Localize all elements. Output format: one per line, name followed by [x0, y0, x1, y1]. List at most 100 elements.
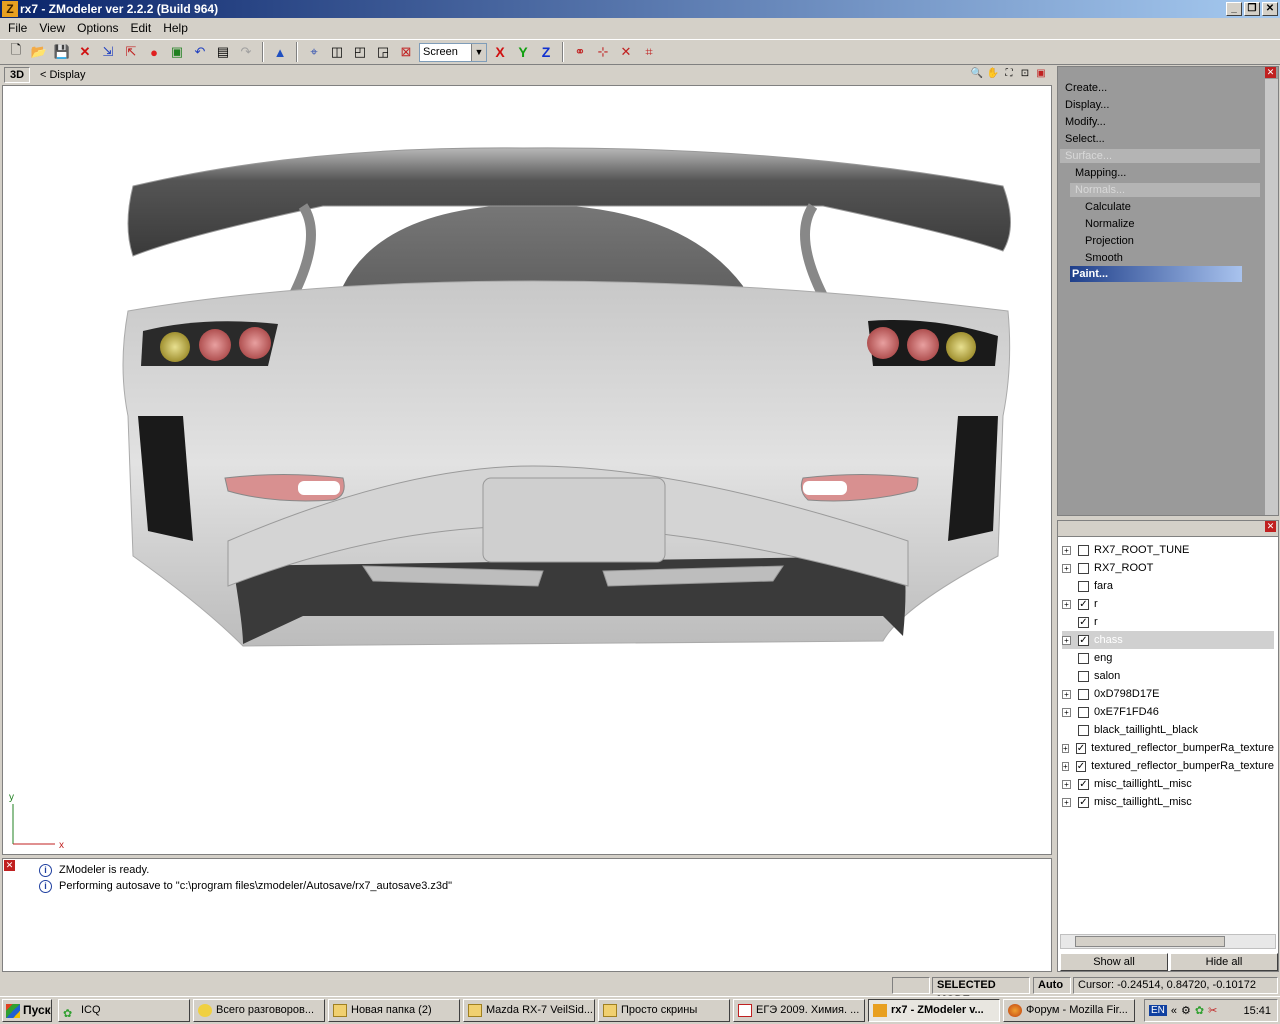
zoom-icon[interactable]: 🔍 — [970, 67, 984, 81]
menu-file[interactable]: File — [2, 21, 33, 35]
undo-icon[interactable]: ↶ — [190, 42, 210, 62]
minimize-button[interactable]: _ — [1226, 2, 1242, 16]
cmd-create[interactable]: Create... — [1065, 82, 1107, 94]
viewport-3d-toggle[interactable]: 3D — [4, 67, 30, 83]
visibility-checkbox[interactable]: ✓ — [1078, 778, 1089, 790]
cube-object-icon[interactable]: ◲ — [373, 42, 393, 62]
cmd-display[interactable]: Display... — [1065, 99, 1109, 111]
expand-icon[interactable]: + — [1062, 797, 1071, 807]
expand-icon[interactable]: + — [1062, 563, 1071, 573]
cmd-select[interactable]: Select... — [1065, 133, 1105, 145]
viewport-display-label[interactable]: < Display — [40, 69, 86, 81]
cmd-mapping[interactable]: Mapping... — [1075, 167, 1126, 179]
close-viewport-icon[interactable]: ▣ — [1034, 67, 1048, 81]
expand-icon[interactable]: + — [1062, 599, 1071, 609]
scrollbar-thumb[interactable] — [1075, 936, 1225, 947]
visibility-checkbox[interactable] — [1078, 544, 1089, 556]
cmd-smooth[interactable]: Smooth — [1085, 252, 1123, 264]
visibility-checkbox[interactable]: ✓ — [1078, 634, 1089, 646]
tree-item[interactable]: + ✓ misc_taillightL_misc — [1062, 775, 1274, 793]
task-firefox[interactable]: Форум - Mozilla Fir... — [1003, 999, 1135, 1022]
tree-item[interactable]: ✓ r — [1062, 613, 1274, 631]
axes-rotate-icon[interactable]: ⌗ — [639, 42, 659, 62]
view-mode-select[interactable]: Screen ▼ — [419, 42, 487, 62]
start-button[interactable]: Пуск — [2, 999, 52, 1022]
visibility-checkbox[interactable] — [1078, 670, 1089, 682]
visibility-checkbox[interactable] — [1078, 706, 1089, 718]
task-zmodeler[interactable]: rx7 - ZModeler v... — [868, 999, 1000, 1022]
tree-item[interactable]: + RX7_ROOT_TUNE — [1062, 541, 1274, 559]
cmd-normals[interactable]: Normals... — [1075, 184, 1125, 196]
tree-item[interactable]: salon — [1062, 667, 1274, 685]
visibility-checkbox[interactable] — [1078, 724, 1089, 736]
import-icon[interactable]: ⇲ — [98, 42, 118, 62]
visibility-checkbox[interactable]: ✓ — [1078, 598, 1089, 610]
zmodeler-app-icon[interactable]: Z — [2, 1, 18, 17]
menu-view[interactable]: View — [33, 21, 71, 35]
show-all-button[interactable]: Show all — [1060, 953, 1168, 971]
task-folder-mazda[interactable]: Mazda RX-7 VeilSid... — [463, 999, 595, 1022]
new-file-icon[interactable]: 🗋 — [6, 42, 26, 62]
close-icon[interactable]: ✕ — [1265, 521, 1276, 532]
tray-icq-icon[interactable]: ✿ — [1195, 1004, 1204, 1017]
3d-viewport[interactable]: y x — [2, 85, 1052, 855]
tree-item[interactable]: + ✓ r — [1062, 595, 1274, 613]
expand-icon[interactable]: + — [1062, 545, 1071, 555]
expand-icon[interactable]: + — [1062, 689, 1071, 699]
visibility-checkbox[interactable] — [1078, 580, 1089, 592]
task-conversations[interactable]: Всего разговоров... — [193, 999, 325, 1022]
tree-item[interactable]: fara — [1062, 577, 1274, 595]
maximize-viewport-icon[interactable]: ⊡ — [1018, 67, 1032, 81]
tree-horizontal-scrollbar[interactable] — [1060, 934, 1276, 949]
axis-x-toggle[interactable]: X — [490, 42, 510, 62]
visibility-checkbox[interactable]: ✓ — [1075, 742, 1087, 754]
cmd-normalize[interactable]: Normalize — [1085, 218, 1135, 230]
maximize-button[interactable]: ❐ — [1244, 2, 1260, 16]
task-icq[interactable]: ✿ ICQ — [58, 999, 190, 1022]
record-icon[interactable]: ● — [144, 42, 164, 62]
tree-item[interactable]: black_taillightL_black — [1062, 721, 1274, 739]
pan-hand-icon[interactable]: ✋ — [986, 67, 1000, 81]
cmd-surface[interactable]: Surface... — [1065, 150, 1112, 162]
tree-item[interactable]: +0xD798D17E — [1062, 685, 1274, 703]
tray-antivirus-icon[interactable]: ⚙ — [1181, 1004, 1191, 1017]
hide-all-button[interactable]: Hide all — [1170, 953, 1278, 971]
axis-z-toggle[interactable]: Z — [536, 42, 556, 62]
menu-options[interactable]: Options — [71, 21, 124, 35]
cmd-paint[interactable]: Paint... — [1070, 266, 1242, 282]
close-icon[interactable]: ✕ — [1265, 67, 1276, 78]
chevron-left-icon[interactable]: « — [1171, 1005, 1177, 1017]
link-icon[interactable]: ⚭ — [570, 42, 590, 62]
menu-edit[interactable]: Edit — [125, 21, 158, 35]
cmd-modify[interactable]: Modify... — [1065, 116, 1106, 128]
cube-face-icon[interactable]: ◰ — [350, 42, 370, 62]
tree-item[interactable]: + ✓ textured_reflector_bumperRa_texture — [1062, 739, 1274, 757]
menu-help[interactable]: Help — [157, 21, 194, 35]
tree-item[interactable]: + ✓ misc_taillightL_misc — [1062, 793, 1274, 811]
fit-view-icon[interactable]: ⛶ — [1002, 67, 1016, 81]
axes-scale-icon[interactable]: ✕ — [616, 42, 636, 62]
chevron-down-icon[interactable]: ▼ — [471, 43, 486, 61]
visibility-checkbox[interactable] — [1078, 688, 1089, 700]
open-folder-icon[interactable]: 📂 — [29, 42, 49, 62]
axes-move-icon[interactable]: ⊹ — [593, 42, 613, 62]
expand-icon[interactable]: + — [1062, 635, 1071, 645]
expand-icon[interactable]: + — [1062, 707, 1071, 717]
axis-y-toggle[interactable]: Y — [513, 42, 533, 62]
redo-icon[interactable]: ↷ — [236, 42, 256, 62]
expand-icon[interactable]: + — [1062, 743, 1069, 753]
cube-red-icon[interactable]: ⊠ — [396, 42, 416, 62]
visibility-checkbox[interactable] — [1078, 562, 1089, 574]
close-button[interactable]: ✕ — [1262, 2, 1278, 16]
cmd-calculate[interactable]: Calculate — [1085, 201, 1131, 213]
visibility-checkbox[interactable] — [1078, 652, 1089, 664]
tree-item[interactable]: + ✓ textured_reflector_bumperRa_texture — [1062, 757, 1274, 775]
merge-icon[interactable]: ⇱ — [121, 42, 141, 62]
delete-icon[interactable]: ✕ — [75, 42, 95, 62]
save-icon[interactable]: 💾 — [52, 42, 72, 62]
visibility-checkbox[interactable]: ✓ — [1075, 760, 1087, 772]
tree-item[interactable]: eng — [1062, 649, 1274, 667]
language-indicator[interactable]: EN — [1149, 1005, 1167, 1016]
visibility-checkbox[interactable]: ✓ — [1078, 796, 1089, 808]
vertex-mode-icon[interactable]: ⌖ — [304, 42, 324, 62]
